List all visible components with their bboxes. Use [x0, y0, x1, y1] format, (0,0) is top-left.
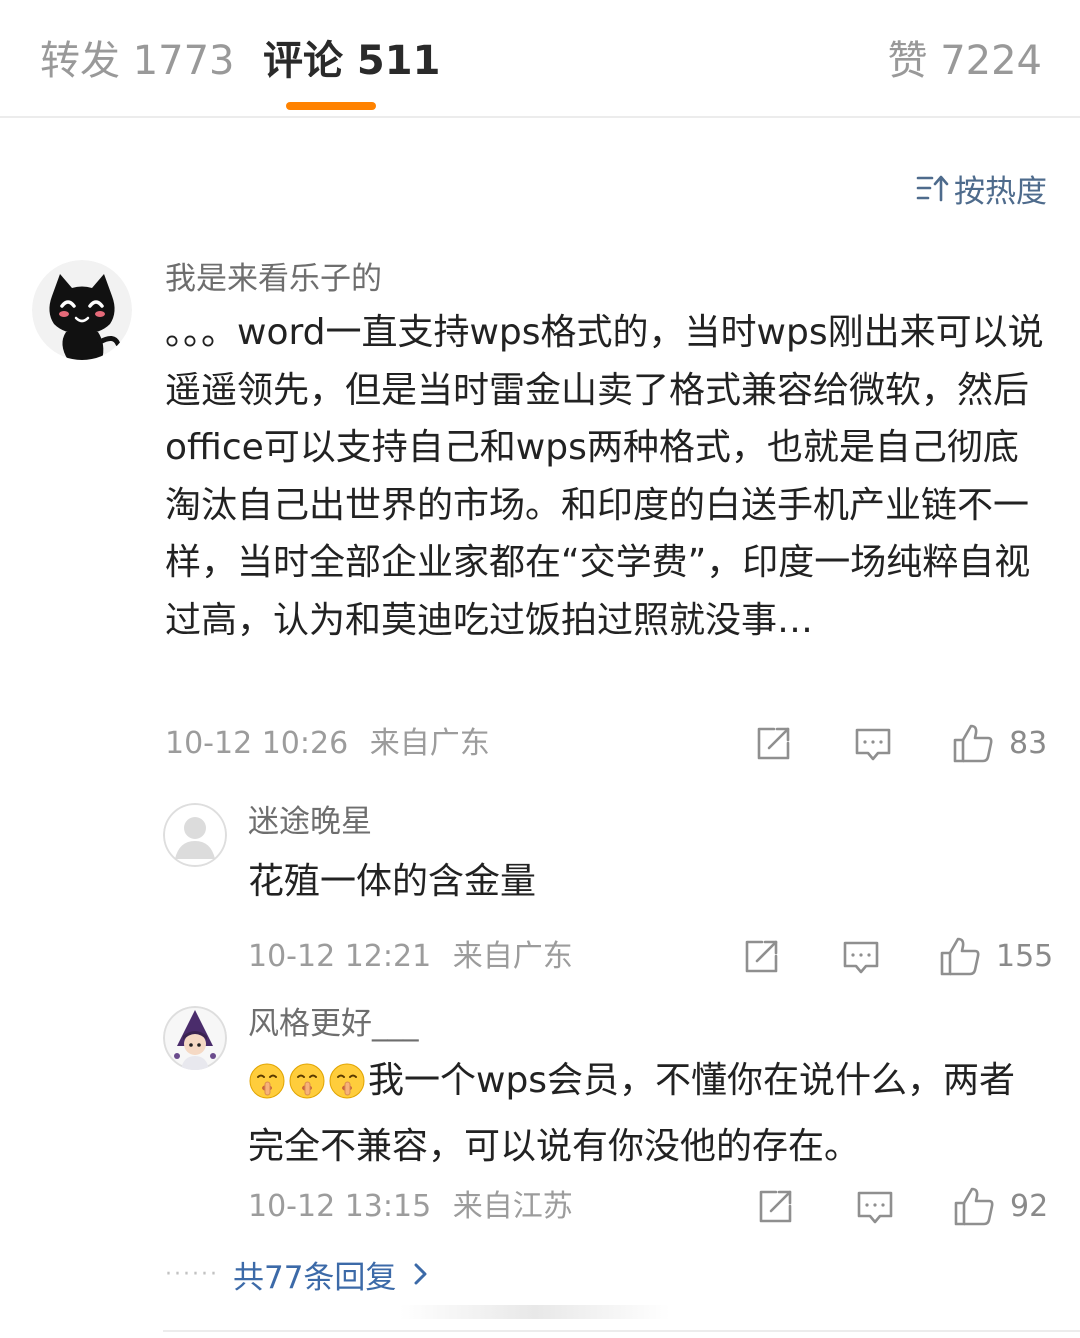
shushing-face-emoji-group [248, 1060, 366, 1118]
tab-comments[interactable]: 评论 511 [263, 38, 440, 84]
sort-icon [916, 175, 949, 202]
reply-meta: 10-12 12:21 来自广东 [248, 937, 573, 977]
commenter-avatar[interactable] [32, 260, 132, 360]
chevron-right-icon [414, 1263, 427, 1285]
reply-location: 来自江苏 [452, 1189, 573, 1224]
tab-likes[interactable]: 赞 7224 [887, 38, 1042, 84]
reply-avatar[interactable] [163, 1006, 227, 1070]
commenter-name[interactable]: 我是来看乐子的 [165, 259, 382, 299]
sort-button[interactable]: 按热度 [916, 168, 1047, 210]
more-replies-link[interactable]: ······ 共77条回复 [165, 1252, 430, 1296]
share-icon[interactable] [754, 725, 792, 763]
reply-icon[interactable] [856, 1188, 894, 1226]
like-icon[interactable] [952, 722, 994, 764]
tab-reposts[interactable]: 转发 1773 [40, 38, 235, 84]
comment-meta: 10-12 10:26 来自广东 [165, 724, 490, 764]
tab-bar: 转发 1773 评论 511 赞 7224 [0, 0, 1080, 118]
divider-dots: ······ [165, 1261, 219, 1287]
like-count: 83 [1009, 726, 1048, 761]
like-icon[interactable] [939, 935, 981, 977]
reply-username[interactable]: 迷途晚星 [248, 802, 372, 842]
more-replies-label: 共77条回复 [232, 1259, 397, 1296]
like-icon[interactable] [953, 1185, 995, 1227]
reply-icon[interactable] [854, 725, 892, 763]
sort-label: 按热度 [954, 173, 1047, 210]
reply-location: 来自广东 [452, 939, 573, 974]
reply-time: 10-12 12:21 [248, 939, 432, 974]
reply-avatar[interactable] [163, 803, 227, 867]
reply-text-block: 我一个wps会员，不懂你在说什么，两者完全不兼容，可以说有你没他的存在。 [248, 1052, 1048, 1175]
scroll-fade [400, 1305, 670, 1319]
comment-time: 10-12 10:26 [165, 726, 349, 761]
comment-text: 。。。word一直支持wps格式的，当时wps刚出来可以说遥遥领先，但是当时雷金… [165, 312, 1044, 641]
share-icon[interactable] [756, 1188, 794, 1226]
reply-time: 10-12 13:15 [248, 1189, 432, 1224]
active-tab-indicator [286, 102, 376, 110]
share-icon[interactable] [742, 938, 780, 976]
like-count: 92 [1010, 1189, 1049, 1224]
like-count: 155 [996, 939, 1054, 974]
reply-text: 花殖一体的含金量 [248, 861, 537, 902]
divider [163, 1330, 1080, 1332]
comment-location: 来自广东 [369, 726, 490, 761]
reply-meta: 10-12 13:15 来自江苏 [248, 1187, 573, 1227]
reply-icon[interactable] [842, 938, 880, 976]
reply-username[interactable]: 风格更好___ [248, 1004, 419, 1044]
shushing-face-emoji [249, 1063, 365, 1099]
